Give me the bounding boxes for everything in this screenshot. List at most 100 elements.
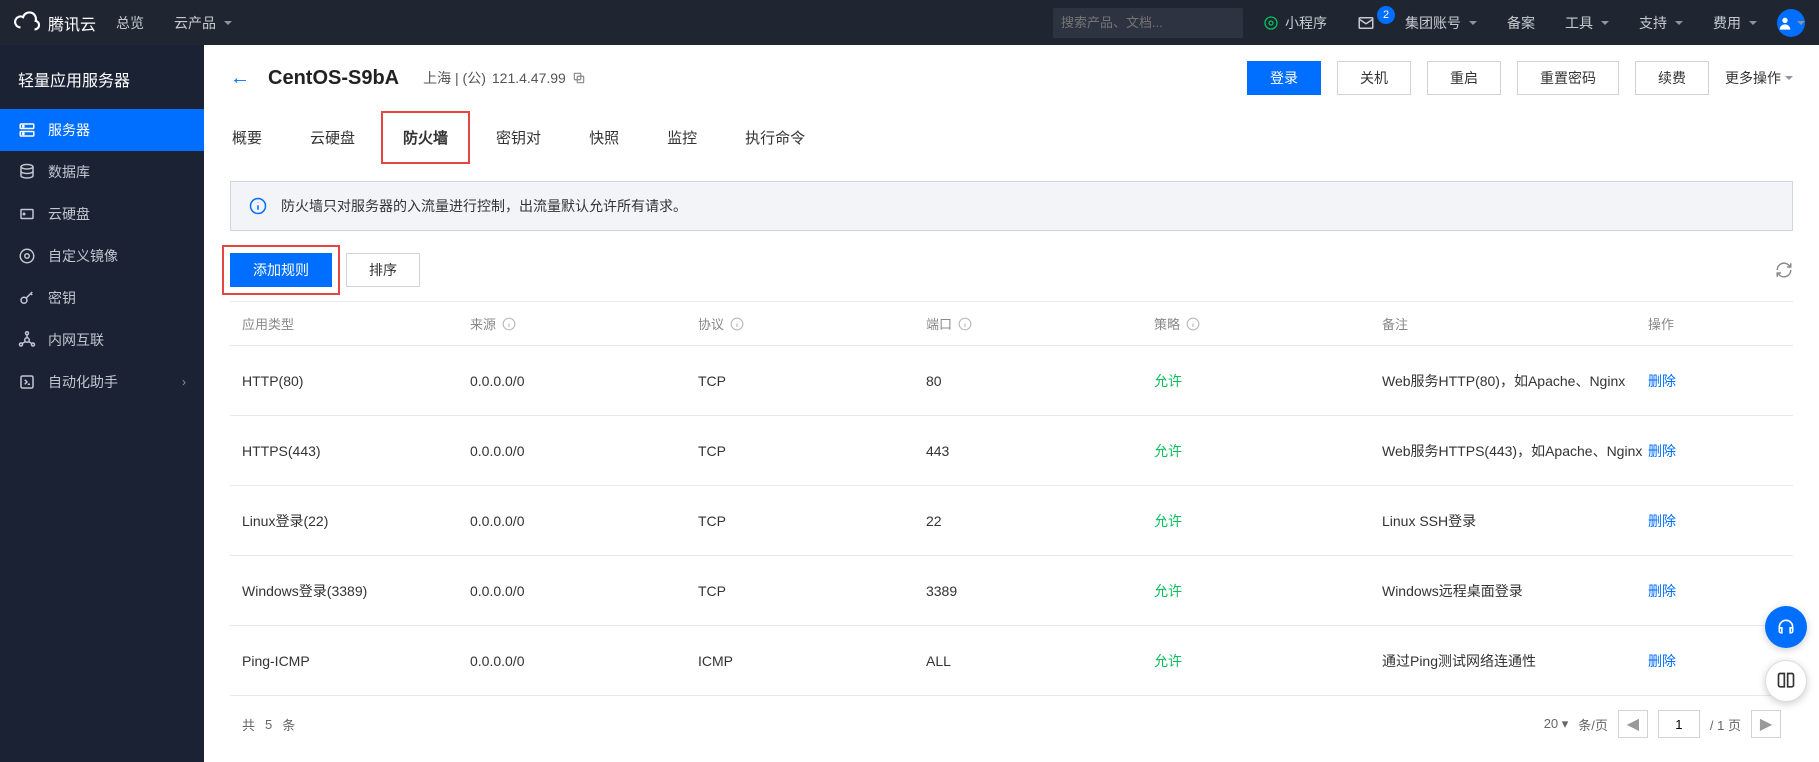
tab-3[interactable]: 密钥对 [494,117,543,162]
sidebar-item-image[interactable]: 自定义镜像 [0,235,204,277]
miniprogram-label: 小程序 [1285,13,1327,33]
column-header: 来源 [470,314,698,333]
disk-icon [18,205,36,223]
info-icon [249,197,267,215]
region-label: 上海 | (公) [423,68,486,88]
sidebar-item-key[interactable]: 密钥 [0,277,204,319]
total-prefix: 共 [242,715,255,734]
cell-remark: Windows远程桌面登录 [1382,581,1648,601]
delete-link[interactable]: 删除 [1648,443,1676,459]
login-button[interactable]: 登录 [1247,61,1321,95]
nav-overview[interactable]: 总览 [106,13,154,33]
sidebar-item-disk[interactable]: 云硬盘 [0,193,204,235]
sidebar-item-label: 数据库 [48,162,90,182]
sidebar-item-network[interactable]: 内网互联 [0,319,204,361]
database-icon [18,163,36,181]
delete-link[interactable]: 删除 [1648,513,1676,529]
cell-source: 0.0.0.0/0 [470,653,698,669]
sidebar-item-label: 自动化助手 [48,372,118,392]
prev-page-button[interactable]: ◀ [1618,710,1648,738]
avatar[interactable] [1777,9,1805,37]
more-ops-dropdown[interactable]: 更多操作 [1725,68,1793,88]
mail-badge: 2 [1377,6,1395,24]
sidebar-title: 轻量应用服务器 [0,63,204,109]
search-input[interactable] [1061,15,1237,30]
cell-source: 0.0.0.0/0 [470,513,698,529]
cell-source: 0.0.0.0/0 [470,443,698,459]
delete-link[interactable]: 删除 [1648,373,1676,389]
cell-port: 443 [926,443,1154,459]
renew-button[interactable]: 续费 [1635,61,1709,95]
help-icon[interactable] [502,317,516,331]
nav-messages[interactable]: 2 [1347,14,1385,32]
total-suffix: 条 [282,715,295,734]
add-rule-button[interactable]: 添加规则 [230,253,332,287]
column-header: 备注 [1382,314,1648,333]
book-icon [1776,671,1796,691]
tab-2[interactable]: 防火墙 [401,117,450,162]
help-icon[interactable] [1186,317,1200,331]
image-icon [18,247,36,265]
support-chat-button[interactable] [1765,606,1807,648]
help-icon[interactable] [958,317,972,331]
nav-cloud-products[interactable]: 云产品 [164,13,242,33]
cell-port: ALL [926,653,1154,669]
back-arrow-icon[interactable]: ← [230,67,250,90]
cell-policy: 允许 [1154,441,1382,461]
nav-support[interactable]: 支持 [1629,13,1693,33]
copy-icon[interactable] [572,71,586,85]
shutdown-button[interactable]: 关机 [1337,61,1411,95]
sort-button[interactable]: 排序 [346,253,420,287]
ip-info: 上海 | (公) 121.4.47.99 [423,68,586,88]
cell-port: 80 [926,373,1154,389]
cell-protocol: ICMP [698,653,926,669]
nav-beian[interactable]: 备案 [1497,13,1545,33]
logo-wrap[interactable]: 腾讯云 [14,10,96,36]
page-input[interactable] [1658,710,1700,738]
user-icon [1777,15,1793,31]
docs-button[interactable] [1765,660,1807,702]
mail-icon [1357,14,1375,32]
sidebar-item-label: 自定义镜像 [48,246,118,266]
sidebar-item-label: 云硬盘 [48,204,90,224]
next-page-button[interactable]: ▶ [1751,710,1781,738]
sidebar-item-automation[interactable]: 自动化助手 › [0,361,204,403]
refresh-icon[interactable] [1775,261,1793,279]
sidebar-item-label: 服务器 [48,120,90,140]
restart-button[interactable]: 重启 [1427,61,1501,95]
tab-1[interactable]: 云硬盘 [308,117,357,162]
tab-4[interactable]: 快照 [587,117,621,162]
cell-protocol: TCP [698,373,926,389]
cell-policy: 允许 [1154,371,1382,391]
nav-miniprogram[interactable]: 小程序 [1253,13,1337,33]
chevron-right-icon: › [182,375,186,389]
table-row: Windows登录(3389) 0.0.0.0/0 TCP 3389 允许 Wi… [230,556,1793,626]
column-header: 协议 [698,314,926,333]
search-wrap [1053,8,1243,38]
tab-5[interactable]: 监控 [665,117,699,162]
cell-remark: Linux SSH登录 [1382,511,1648,531]
reset-password-button[interactable]: 重置密码 [1517,61,1619,95]
help-icon[interactable] [730,317,744,331]
sidebar-item-database[interactable]: 数据库 [0,151,204,193]
tab-6[interactable]: 执行命令 [743,117,807,162]
total-pages: / 1 页 [1710,715,1741,734]
delete-link[interactable]: 删除 [1648,653,1676,669]
table-row: Ping-ICMP 0.0.0.0/0 ICMP ALL 允许 通过Ping测试… [230,626,1793,696]
info-text: 防火墙只对服务器的入流量进行控制，出流量默认允许所有请求。 [281,196,687,216]
cell-app-type: HTTPS(443) [242,443,470,459]
info-banner: 防火墙只对服务器的入流量进行控制，出流量默认允许所有请求。 [230,181,1793,231]
action-row: 添加规则 排序 [230,253,1793,287]
sidebar-item-server[interactable]: 服务器 [0,109,204,151]
key-icon [18,289,36,307]
sidebar: 轻量应用服务器 服务器数据库云硬盘自定义镜像密钥内网互联自动化助手 › [0,45,204,762]
delete-link[interactable]: 删除 [1648,583,1676,599]
tab-0[interactable]: 概要 [230,117,264,162]
nav-group-account[interactable]: 集团账号 [1395,13,1487,33]
cell-protocol: TCP [698,583,926,599]
cell-remark: 通过Ping测试网络连通性 [1382,651,1648,671]
nav-billing[interactable]: 费用 [1703,13,1767,33]
cell-policy: 允许 [1154,651,1382,671]
tabs: 概要云硬盘防火墙密钥对快照监控执行命令 [230,117,1793,163]
nav-tools[interactable]: 工具 [1555,13,1619,33]
